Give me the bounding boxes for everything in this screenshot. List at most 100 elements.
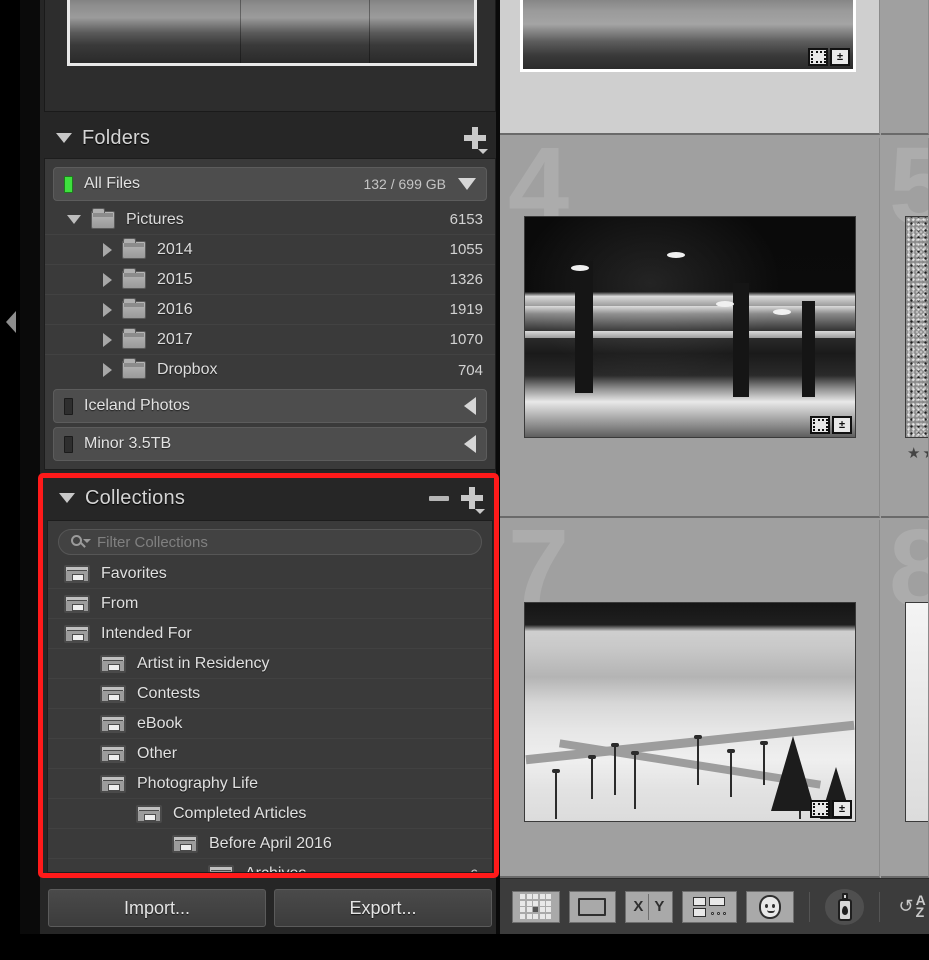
collection-row-before-april-2016[interactable]: Before April 2016 <box>48 829 492 859</box>
volume-row-all-files[interactable]: All Files 132 / 699 GB <box>53 167 487 201</box>
crop-badge-icon[interactable] <box>810 800 830 818</box>
volume-caret-left-icon[interactable] <box>464 435 476 453</box>
folder-disclosure-triangle-icon[interactable] <box>103 303 112 317</box>
folder-disclosure-triangle-icon[interactable] <box>103 333 112 347</box>
grid-cell-4[interactable]: 4 ± <box>500 138 880 518</box>
grid-cell-partial-right-1[interactable] <box>881 0 929 135</box>
survey-view-button[interactable] <box>682 891 737 923</box>
volume-caret-down-icon[interactable] <box>458 178 476 190</box>
folder-row-2015[interactable]: 2015 1326 <box>45 265 495 295</box>
grid-cell-selected[interactable]: ± <box>500 0 880 135</box>
folder-photo-count: 1326 <box>450 271 483 288</box>
folders-list: All Files 132 / 699 GB Pictures 6153 201… <box>44 158 496 470</box>
develop-badge-icon[interactable]: ± <box>832 800 852 818</box>
remove-collection-minus-icon[interactable] <box>429 496 449 501</box>
collection-row-artist-in-residency[interactable]: Artist in Residency <box>48 649 492 679</box>
folders-disclosure-triangle-icon[interactable] <box>56 133 72 143</box>
folder-disclosure-triangle-icon[interactable] <box>103 273 112 287</box>
collection-set-icon <box>100 745 126 763</box>
collection-row-ebook[interactable]: eBook <box>48 709 492 739</box>
thumbnail-image[interactable] <box>905 602 929 822</box>
filter-collections-placeholder: Filter Collections <box>97 534 208 551</box>
filter-collections-input[interactable]: Filter Collections <box>58 529 482 555</box>
collection-set-icon <box>100 655 126 673</box>
volume-row-iceland-photos[interactable]: Iceland Photos <box>53 389 487 423</box>
collection-set-icon <box>64 625 90 643</box>
thumbnail-image[interactable] <box>905 216 929 438</box>
folders-panel-header[interactable]: Folders <box>40 118 500 158</box>
panel-collapse-arrow-icon[interactable] <box>6 311 16 333</box>
collection-name: eBook <box>137 715 182 733</box>
collection-name: Before April 2016 <box>209 835 332 853</box>
collection-set-icon <box>172 835 198 853</box>
develop-badge-icon[interactable]: ± <box>832 416 852 434</box>
folder-row-2016[interactable]: 2016 1919 <box>45 295 495 325</box>
folder-photo-count: 1919 <box>450 301 483 318</box>
sort-button[interactable]: ↺ A Z <box>895 889 929 925</box>
collection-name: Artist in Residency <box>137 655 270 673</box>
collection-name: Favorites <box>101 565 167 583</box>
volume-status-led-icon <box>64 436 73 453</box>
add-collection-plus-icon[interactable] <box>461 487 483 509</box>
volume-caret-left-icon[interactable] <box>464 397 476 415</box>
folder-name: 2015 <box>157 271 193 289</box>
collections-disclosure-triangle-icon[interactable] <box>59 493 75 503</box>
folder-row-dropbox[interactable]: Dropbox 704 <box>45 355 495 385</box>
collection-row-contests[interactable]: Contests <box>48 679 492 709</box>
collection-set-icon <box>100 715 126 733</box>
folder-row-2017[interactable]: 2017 1070 <box>45 325 495 355</box>
folder-row-2014[interactable]: 2014 1055 <box>45 235 495 265</box>
people-view-button[interactable] <box>746 891 794 923</box>
thumbnail-badges: ± <box>810 800 852 818</box>
sort-az-icon: ↺ A Z <box>899 895 926 919</box>
volume-row-minor-3-5tb[interactable]: Minor 3.5TB <box>53 427 487 461</box>
collection-row-from[interactable]: From <box>48 589 492 619</box>
folder-row-pictures[interactable]: Pictures 6153 <box>45 205 495 235</box>
crop-badge-icon[interactable] <box>808 48 828 66</box>
develop-badge-icon[interactable]: ± <box>830 48 850 66</box>
collection-name: From <box>101 595 138 613</box>
folder-photo-count: 1070 <box>450 331 483 348</box>
grid-cell-5[interactable]: 5 ★★ <box>881 138 929 518</box>
collection-row-photography-life[interactable]: Photography Life <box>48 769 492 799</box>
crop-badge-icon[interactable] <box>810 416 830 434</box>
compare-xy-icon: X Y <box>633 894 664 920</box>
collections-panel: Collections Filter Collections <box>40 473 500 878</box>
grid-cell-8[interactable]: 8 <box>881 520 929 878</box>
add-folder-plus-icon[interactable] <box>464 127 486 149</box>
thumbnail-image[interactable]: ± <box>524 216 856 438</box>
folder-photo-count: 704 <box>458 362 483 379</box>
loupe-view-button[interactable] <box>569 891 617 923</box>
thumbnail-image[interactable]: ± <box>520 0 856 72</box>
left-panel: Folders All Files 132 / 699 GB Pictures <box>40 0 500 938</box>
folder-disclosure-triangle-icon[interactable] <box>103 243 112 257</box>
collection-count: 6 <box>470 866 478 874</box>
export-button[interactable]: Export... <box>274 889 492 927</box>
volume-status-led-icon <box>64 398 73 415</box>
collections-panel-header[interactable]: Collections <box>43 478 497 518</box>
collection-row-completed-articles[interactable]: Completed Articles <box>48 799 492 829</box>
collection-row-favorites[interactable]: Favorites <box>48 559 492 589</box>
folder-icon <box>122 361 146 379</box>
import-button[interactable]: Import... <box>48 889 266 927</box>
folder-name: Dropbox <box>157 361 217 379</box>
folder-icon <box>91 211 115 229</box>
grid-view-button[interactable] <box>512 891 560 923</box>
loupe-icon <box>578 898 606 916</box>
grid-cell-7[interactable]: 7 ± <box>500 520 880 878</box>
compare-view-button[interactable]: X Y <box>625 891 673 923</box>
spray-paint-button[interactable] <box>825 889 865 925</box>
window-bottom-edge <box>0 934 929 960</box>
collection-row-intended-for[interactable]: Intended For <box>48 619 492 649</box>
collection-name: Archives <box>245 865 306 874</box>
thumbnail-badges: ± <box>808 48 850 66</box>
collection-row-archives[interactable]: Archives 6 <box>48 859 492 873</box>
folder-disclosure-triangle-icon[interactable] <box>67 215 81 224</box>
star-rating[interactable]: ★★ <box>907 444 928 462</box>
folder-tree: Pictures 6153 2014 1055 2015 1326 <box>45 205 495 385</box>
folder-disclosure-triangle-icon[interactable] <box>103 363 112 377</box>
collection-set-icon <box>64 565 90 583</box>
collection-row-other[interactable]: Other <box>48 739 492 769</box>
thumbnail-image[interactable]: ± <box>524 602 856 822</box>
navigator-preview-image <box>67 0 477 66</box>
